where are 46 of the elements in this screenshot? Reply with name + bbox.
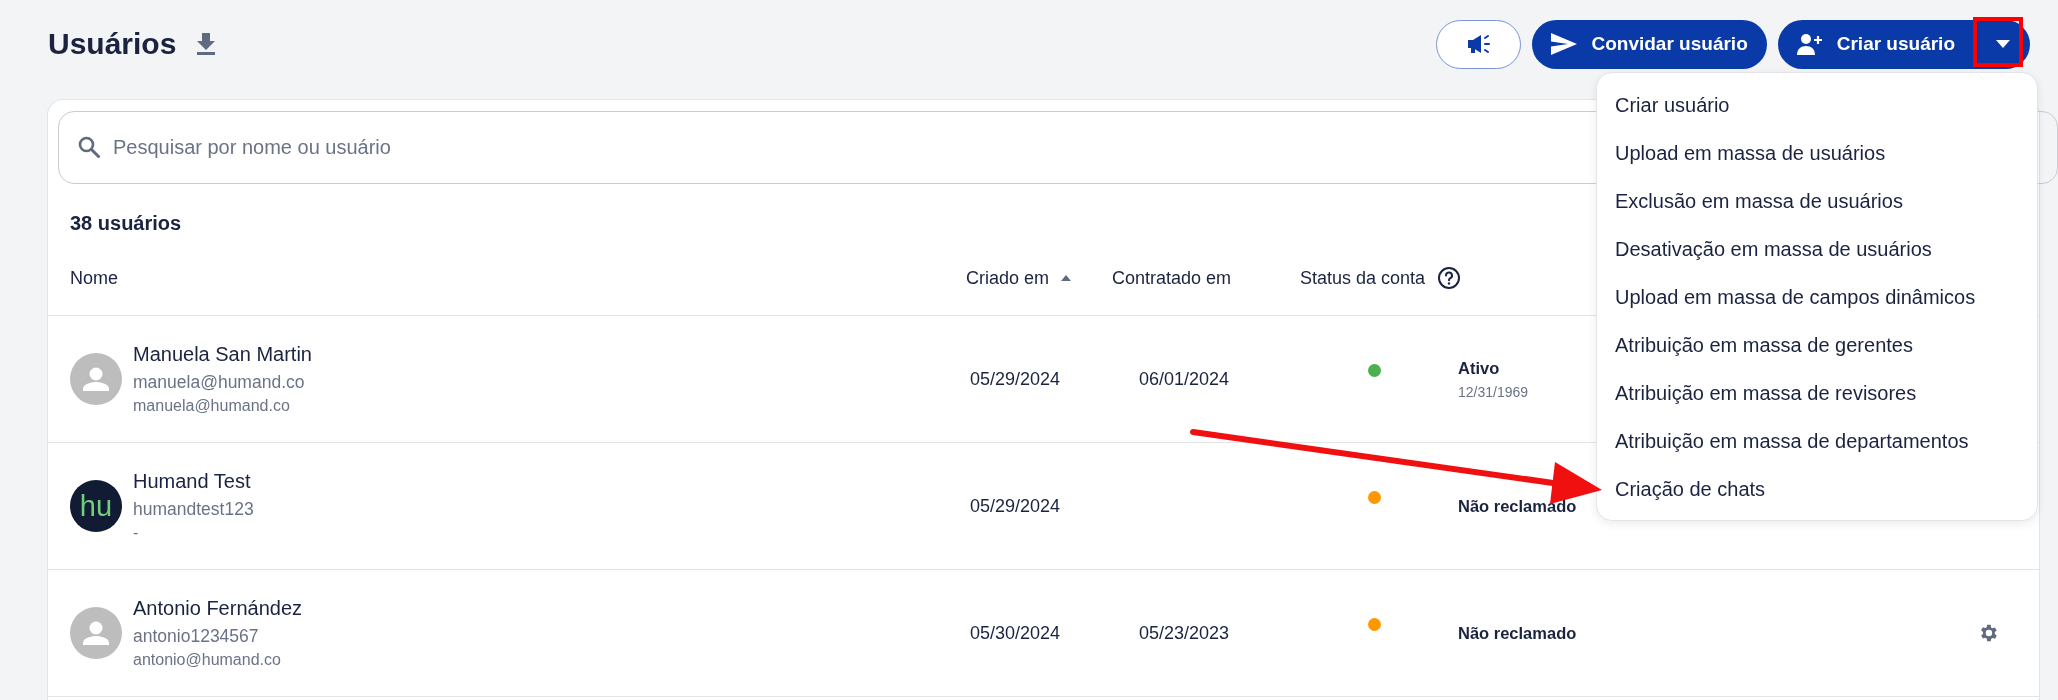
user-name: Manuela San Martin xyxy=(133,343,312,366)
menu-item[interactable]: Atribuição em massa de departamentos xyxy=(1597,417,2037,465)
user-email: - xyxy=(133,524,140,542)
status-date: 12/31/1969 xyxy=(1458,383,1529,400)
status-label: Ativo xyxy=(1458,358,1500,378)
highlight-box xyxy=(1973,17,2023,67)
invite-user-button[interactable]: Convidar usuário xyxy=(1532,19,1767,69)
menu-item[interactable]: Desativação em massa de usuários xyxy=(1597,225,2037,273)
user-email: antonio@humand.co xyxy=(133,651,282,669)
status-label: Não reclamado xyxy=(1458,623,1577,643)
column-header: Nome xyxy=(70,267,118,289)
user-email: manuela@humand.co xyxy=(133,397,291,415)
create-user-button[interactable]: Criar usuário xyxy=(1777,19,1978,69)
menu-item[interactable]: Upload em massa de usuários xyxy=(1597,129,2037,177)
search-icon xyxy=(78,136,100,158)
user-name: Antonio Fernández xyxy=(133,597,302,620)
user-username: antonio1234567 xyxy=(133,626,260,647)
user-username: manuela@humand.co xyxy=(133,372,306,393)
send-icon xyxy=(1551,33,1578,55)
created-date: 05/29/2024 xyxy=(970,368,1061,389)
hired-date: 06/01/2024 xyxy=(1139,368,1230,389)
megaphone-icon xyxy=(1466,33,1492,55)
menu-item[interactable]: Upload em massa de campos dinâmicos xyxy=(1597,273,2037,321)
help-icon[interactable] xyxy=(1437,266,1462,290)
created-date: 05/29/2024 xyxy=(970,495,1061,516)
column-header: Status da conta xyxy=(1300,267,1426,289)
announcement-button[interactable] xyxy=(1436,19,1522,69)
created-date: 05/30/2024 xyxy=(970,622,1061,643)
status-label: Não reclamado xyxy=(1458,496,1577,516)
avatar-placeholder-icon xyxy=(70,607,122,659)
menu-item[interactable]: Atribuição em massa de revisores xyxy=(1597,369,2037,417)
user-count: 38 usuários xyxy=(70,212,182,236)
sort-ascending-icon[interactable] xyxy=(1061,275,1072,281)
user-username: humandtest123 xyxy=(133,499,254,520)
column-header: Contratado em xyxy=(1112,267,1232,289)
avatar-placeholder-icon xyxy=(70,353,122,405)
user-name: Humand Test xyxy=(133,470,252,493)
menu-item[interactable]: Atribuição em massa de gerentes xyxy=(1597,321,2037,369)
add-person-icon xyxy=(1796,33,1823,55)
page-title: Usuários xyxy=(48,27,177,61)
logo-avatar: hu xyxy=(70,480,122,532)
column-header[interactable]: Criado em xyxy=(966,267,1050,289)
menu-item[interactable]: Criação de chats xyxy=(1597,465,2037,513)
hired-date: 05/23/2023 xyxy=(1139,622,1230,643)
caret-icon xyxy=(1996,40,2010,48)
download-icon[interactable] xyxy=(196,33,217,55)
